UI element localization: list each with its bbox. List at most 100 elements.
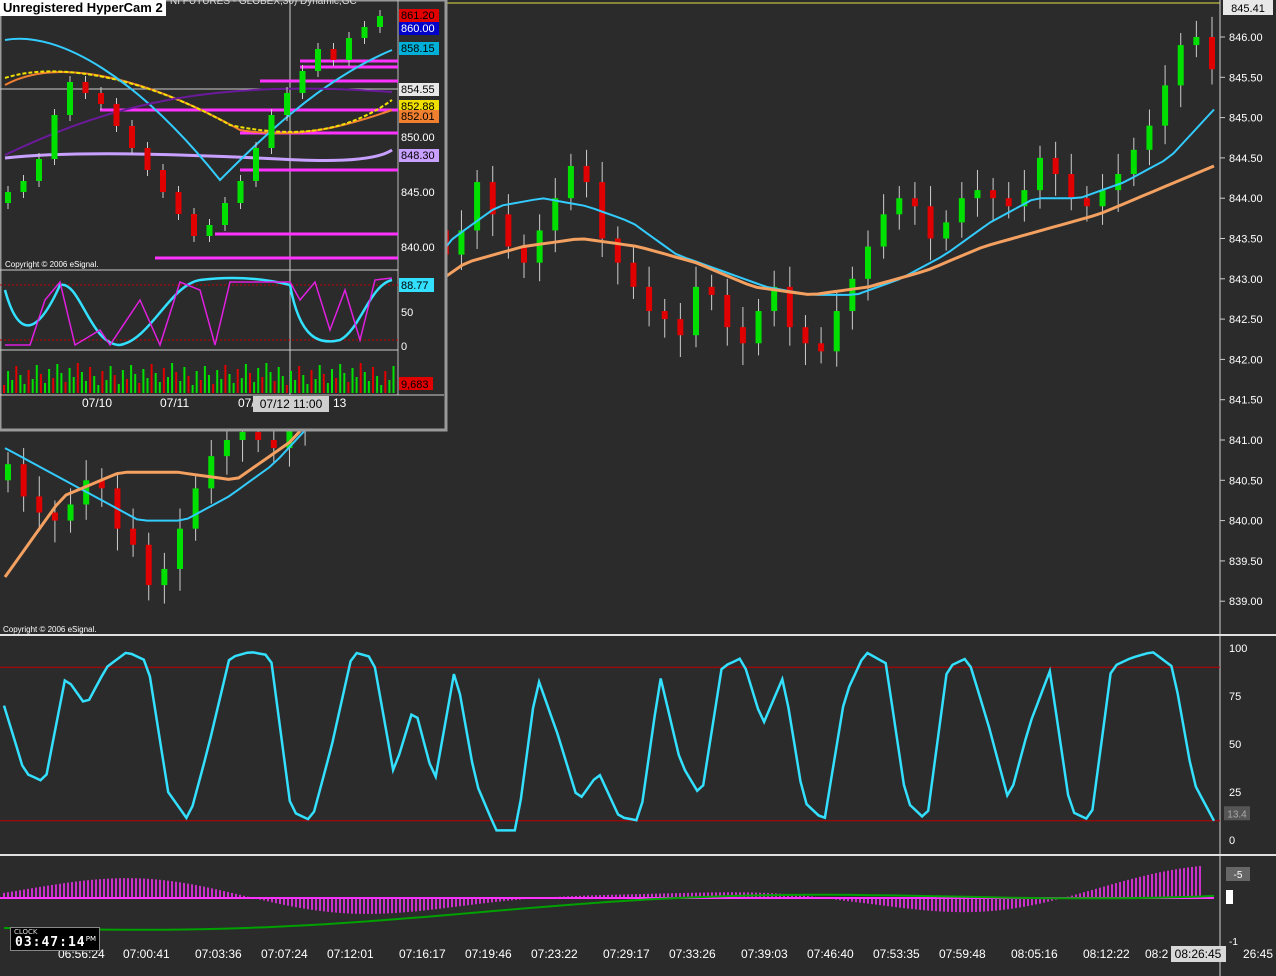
candle-body: [583, 165, 590, 183]
price-axis-label: 845.50: [1229, 72, 1263, 84]
candle-body: [1115, 174, 1122, 191]
inset-stoch-tag-label: 88.77: [401, 280, 429, 292]
inset-candle-body: [299, 71, 306, 93]
time-axis-label: 07:29:17: [603, 947, 650, 961]
candle-body: [223, 440, 230, 457]
inset-date-label: 13: [333, 396, 347, 410]
inset-price-tag-label: 852.01: [401, 111, 435, 123]
time-axis-label: 07:53:35: [873, 947, 920, 961]
inset-candle-body: [268, 115, 275, 148]
inset-crosshair-date-label: 07/12 11:00: [260, 397, 323, 411]
candle-body: [1005, 198, 1012, 207]
time-axis-label: 07:46:40: [807, 947, 854, 961]
inset-date-label: 07/11: [160, 396, 189, 410]
inset-candle-body: [191, 214, 197, 236]
candle-body: [521, 246, 527, 263]
candle-body: [239, 431, 246, 440]
inset-stoch-axis-label: 0: [401, 341, 407, 353]
clock-ampm: PM: [85, 935, 96, 943]
watermark: Unregistered HyperCam 2: [0, 0, 166, 16]
candle-body: [1083, 198, 1090, 207]
candle-body: [630, 262, 637, 287]
candle-body: [567, 165, 574, 199]
inset-candle-body: [144, 148, 151, 170]
macd-histogram-group: [3, 865, 1201, 914]
price-axis-label: 841.00: [1229, 435, 1263, 447]
candle-body: [818, 343, 825, 352]
candle-body: [1162, 85, 1169, 126]
time-axis-label: 07:33:26: [669, 947, 716, 961]
candle-body: [5, 464, 11, 481]
candle-body: [896, 198, 903, 215]
chart-canvas: 846.00 845.50 845.00 844.50 844.00 843.50 843.…: [0, 0, 1276, 976]
candle-body: [270, 440, 277, 449]
time-axis-label: 07:16:17: [399, 947, 446, 961]
inset-price-tag-label: 858.15: [401, 43, 435, 55]
time-axis-label: 07:39:03: [741, 947, 788, 961]
candle-body: [833, 311, 840, 352]
inset-title: NI FUTURES - GLOBEX,30) Dynamic,GC: [170, 0, 357, 7]
candle-body: [911, 198, 918, 207]
inset-candle-body: [82, 82, 89, 93]
clock-time: 03:47:14: [15, 935, 86, 950]
stoch-axis-label: 25: [1229, 787, 1241, 799]
price-axis-label: 845.00: [1229, 113, 1263, 125]
inset-candle-body: [253, 148, 259, 181]
inset-candle-body: [237, 181, 244, 203]
time-axis-label: 08:2: [1145, 947, 1169, 961]
price-axis-label: 839.00: [1229, 596, 1263, 608]
candle-body: [943, 222, 950, 239]
inset-volume-tag-label: 9,683: [401, 379, 429, 391]
inset-candle-body: [206, 225, 213, 236]
time-axis-label: 07:19:46: [465, 947, 512, 961]
time-axis-label: 07:07:24: [261, 947, 308, 961]
candle-body: [802, 327, 809, 344]
candle-body: [192, 488, 199, 529]
time-axis-label: 26:45: [1243, 947, 1273, 961]
candle-body: [51, 512, 58, 521]
candle-body: [1037, 157, 1043, 191]
candle-body: [130, 528, 137, 545]
macd-axis-top: -5: [1234, 870, 1243, 881]
inset-price-tag-label: 854.55: [401, 84, 435, 96]
inset-candle-body: [160, 170, 166, 192]
inset-price-tag-label: 860.00: [401, 23, 435, 35]
price-axis-label: 839.50: [1229, 556, 1263, 568]
candle-body: [67, 504, 74, 521]
price-axis-label: 843.00: [1229, 274, 1263, 286]
candle-body: [552, 198, 559, 231]
candle-body: [177, 528, 183, 569]
price-axis-label: 842.50: [1229, 314, 1263, 326]
stoch-value-label: 13.4: [1227, 809, 1247, 820]
inset-candle-body: [129, 126, 135, 148]
candle-body: [661, 311, 668, 320]
candle-body: [536, 230, 543, 263]
inset-candle-body: [361, 27, 368, 38]
time-axis-label: 07:12:01: [327, 947, 374, 961]
stoch-axis-label: 75: [1229, 691, 1241, 703]
time-axis-label: 08:05:16: [1011, 947, 1058, 961]
candle-body: [161, 568, 168, 586]
time-axis-label: 07:23:22: [531, 947, 578, 961]
inset-price-axis-label: 850.00: [401, 132, 435, 144]
inset-candle-body: [20, 181, 27, 192]
candle-body: [505, 214, 512, 247]
candle-body: [708, 286, 715, 295]
candle-body: [880, 214, 887, 247]
inset-candle-body: [315, 49, 321, 71]
current-price-label: 845.41: [1231, 3, 1265, 15]
stochastic-line: [2, 651, 1216, 832]
price-axis-label: 844.50: [1229, 153, 1263, 165]
inset-candle-body: [113, 104, 120, 126]
candle-body: [677, 319, 684, 336]
inset-price-tag-label: 861.20: [401, 10, 435, 22]
candle-body: [1177, 45, 1184, 86]
candle-body: [693, 286, 699, 336]
candle-body: [755, 311, 762, 344]
candle-body: [208, 456, 215, 489]
inset-candle-body: [346, 38, 352, 60]
candle-body: [1052, 157, 1059, 175]
stoch-axis-label: 0: [1229, 835, 1235, 847]
inset-candle-body: [98, 93, 104, 104]
candle-body: [646, 286, 653, 312]
